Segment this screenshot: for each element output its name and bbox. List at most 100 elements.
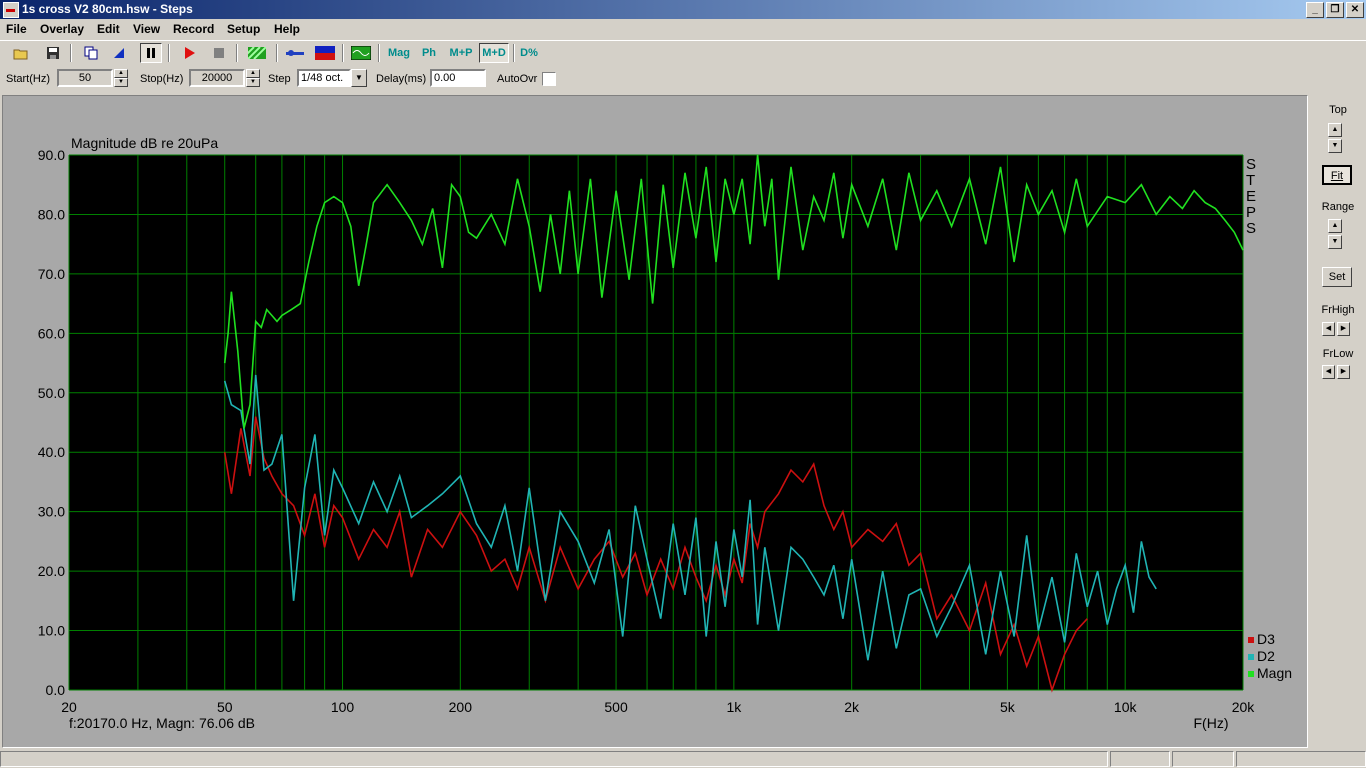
x-tick-label: 10k [1114,699,1138,715]
x-axis-label: F(Hz) [1194,715,1229,731]
y-tick-label: 20.0 [38,563,65,579]
chevron-left-icon[interactable]: ◀ [1322,365,1335,379]
plot-panel: 0.0 10.0 20.0 30.0 40.0 50.0 60.0 70.0 80.0 90.0 2… [2,95,1308,748]
start-label: Start(Hz) [6,73,50,85]
close-button[interactable]: ✕ [1346,2,1364,18]
menu-view[interactable]: View [133,22,160,36]
menu-record[interactable]: Record [173,22,214,36]
waveform-icon[interactable] [350,43,372,63]
autoovr-checkbox[interactable] [542,72,556,86]
status-ready [0,751,1108,767]
scale-panel: Top ▲ ▼ Fit Range ▲ ▼ Set FrHigh ◀ ▶ FrLow … [1310,95,1366,748]
stop-hz-spinner[interactable]: ▲ ▼ [246,69,260,87]
step-select[interactable]: 1/48 oct. [297,69,351,87]
chevron-up-icon[interactable]: ▲ [1328,219,1342,233]
toolbar: Mag Ph M+P M+D D% [0,40,1366,67]
menu-help[interactable]: Help [274,22,300,36]
steps-side-label: S [1246,220,1256,237]
stop-label: Stop(Hz) [140,73,184,85]
marker-icon[interactable] [108,43,130,63]
y-tick-label: 30.0 [38,504,65,520]
copy-icon[interactable] [80,43,102,63]
x-tick-label: 20 [61,699,77,715]
start-hz-field[interactable]: 50 [57,69,113,87]
range-spinner[interactable]: ▲ ▼ [1328,219,1342,251]
probe-icon[interactable] [284,43,306,63]
mag-distortion-button[interactable]: M+D [479,43,509,63]
start-hz-spinner[interactable]: ▲ ▼ [114,69,128,87]
title-bar: 1s cross V2 80cm.hsw - Steps _ ❐ ✕ [0,0,1366,19]
delay-ms-field[interactable]: 0.00 [430,69,486,87]
y-tick-label: 40.0 [38,444,65,460]
x-tick-label: 100 [331,699,355,715]
frlow-label: FrLow [1322,348,1354,360]
y-tick-label: 70.0 [38,266,65,282]
chevron-down-icon[interactable]: ▼ [1328,139,1342,153]
app-icon[interactable] [3,2,19,18]
distortion-percent-button[interactable]: D% [517,43,541,63]
steps-side-label: T [1246,172,1255,189]
delay-label: Delay(ms) [376,73,427,85]
menu-bar: File Overlay Edit View Record Setup Help [0,19,1366,39]
chevron-down-icon[interactable]: ▼ [351,69,367,87]
steps-side-label: P [1246,204,1256,221]
color-bars-icon[interactable] [314,43,336,63]
top-label: Top [1329,104,1347,116]
chevron-right-icon[interactable]: ▶ [1337,322,1350,336]
record-play-icon[interactable] [178,43,200,63]
legend-swatch-d3 [1248,637,1254,643]
save-disk-icon[interactable] [42,43,64,63]
window-title: 1s cross V2 80cm.hsw - Steps [22,2,193,16]
x-tick-label: 1k [726,699,742,715]
autoovr-label: AutoOvr [497,73,538,85]
frhigh-arrows[interactable]: ◀ ▶ [1322,322,1350,336]
steps-side-label: E [1246,188,1256,205]
top-spinner[interactable]: ▲ ▼ [1328,123,1342,155]
legend-label-magn: Magn [1257,665,1292,681]
open-folder-icon[interactable] [10,43,32,63]
chevron-up-icon[interactable]: ▲ [1328,123,1342,137]
y-tick-label: 0.0 [46,682,66,698]
y-axis-label: Magnitude dB re 20uPa [71,135,218,151]
x-tick-label: 2k [844,699,860,715]
set-button[interactable]: Set [1322,267,1352,287]
legend-label-d3: D3 [1257,631,1275,647]
minimize-button[interactable]: _ [1306,2,1324,18]
steps-side-label: S [1246,156,1256,173]
y-tick-label: 60.0 [38,325,65,341]
pause-icon[interactable] [140,43,162,63]
hatch-pattern-icon[interactable] [246,43,268,63]
x-tick-label: 5k [1000,699,1016,715]
menu-setup[interactable]: Setup [227,22,260,36]
mag-phase-button[interactable]: M+P [445,43,477,63]
range-label: Range [1321,201,1355,213]
mag-button[interactable]: Mag [384,43,414,63]
status-mode [1236,751,1366,767]
cursor-readout: f:20170.0 Hz, Magn: 76.06 dB [69,715,255,731]
stop-icon[interactable] [208,43,230,63]
status-right-level [1172,751,1234,767]
menu-file[interactable]: File [6,22,27,36]
parameter-bar: Start(Hz) 50 ▲ ▼ Stop(Hz) 20000 ▲ ▼ Step 1… [0,67,1366,93]
menu-overlay[interactable]: Overlay [40,22,84,36]
legend-label-d2: D2 [1257,648,1275,664]
maximize-button[interactable]: ❐ [1326,2,1344,18]
y-tick-label: 90.0 [38,147,65,163]
y-tick-label: 80.0 [38,206,65,222]
chevron-left-icon[interactable]: ◀ [1322,322,1335,336]
x-tick-label: 200 [449,699,473,715]
stop-hz-field[interactable]: 20000 [189,69,245,87]
frlow-arrows[interactable]: ◀ ▶ [1322,365,1350,379]
status-bar [0,750,1366,768]
x-tick-label: 50 [217,699,233,715]
x-tick-label: 500 [604,699,628,715]
legend-swatch-d2 [1248,654,1254,660]
legend-swatch-magn [1248,671,1254,677]
x-tick-label: 20k [1232,699,1256,715]
chevron-down-icon[interactable]: ▼ [1328,235,1342,249]
phase-button[interactable]: Ph [416,43,442,63]
fit-button[interactable]: Fit [1322,165,1352,185]
menu-edit[interactable]: Edit [97,22,120,36]
chevron-right-icon[interactable]: ▶ [1337,365,1350,379]
frequency-response-chart[interactable]: 0.0 10.0 20.0 30.0 40.0 50.0 60.0 70.0 80.0 90.0 2… [3,96,1307,747]
